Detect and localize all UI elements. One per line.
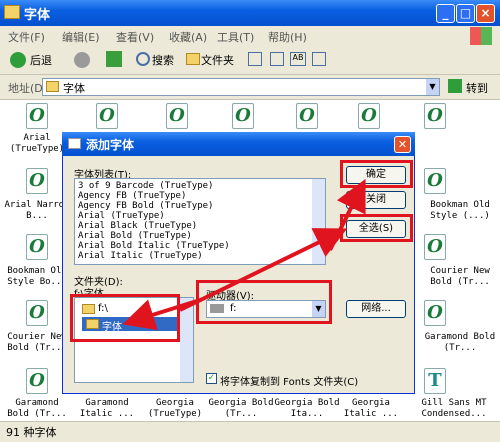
status-bar (0, 421, 500, 442)
arrow-folder-to-select-all (179, 228, 348, 312)
status-text: 91 种字体 (6, 426, 57, 439)
annotation-arrows (122, 178, 366, 331)
arrow-select-all-to-ok (328, 178, 366, 251)
